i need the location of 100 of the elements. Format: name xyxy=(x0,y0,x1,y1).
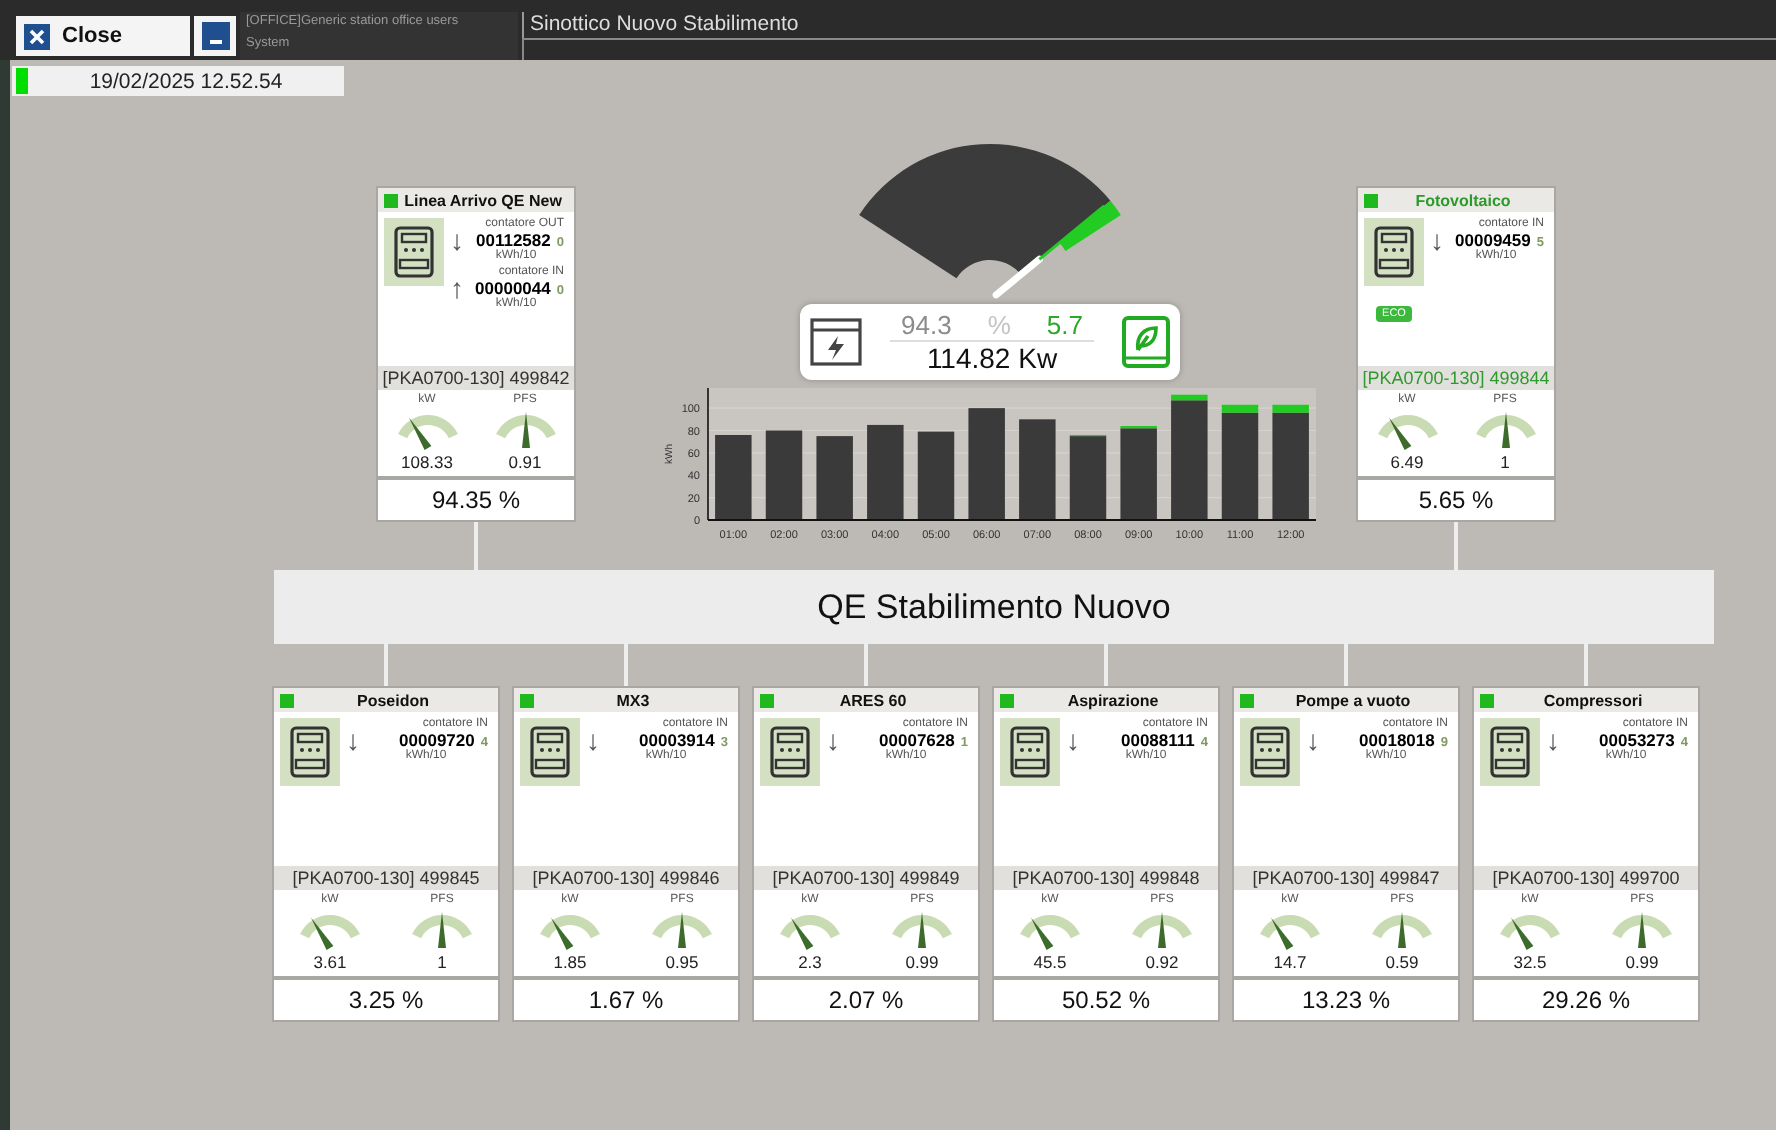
meter-icon xyxy=(384,218,444,286)
gauge-needle xyxy=(918,912,926,948)
gauge-scale xyxy=(1132,915,1192,939)
device-code: [PKA0700-130] 499846 xyxy=(514,866,738,890)
arrow-icon: ↓ xyxy=(1546,726,1560,754)
gauge-scale xyxy=(300,915,360,939)
gauge-value: 108.33 xyxy=(401,452,453,472)
minimize-icon xyxy=(201,22,229,50)
percent-value: 94.35 % xyxy=(378,480,574,520)
datetime-field: 19/02/2025 12.52.54 xyxy=(12,66,344,96)
gauge-scale xyxy=(892,915,952,939)
gauge-needle xyxy=(407,417,431,451)
gauge-value: 0.59 xyxy=(1385,952,1419,972)
device-code: [PKA0700-130] 499845 xyxy=(274,866,498,890)
total-power: 114.82 Kw xyxy=(926,342,1058,374)
card-title: ARES 60 xyxy=(837,691,909,709)
gauge-scale xyxy=(1500,915,1560,939)
gauge-scale xyxy=(397,415,457,439)
chart-bar xyxy=(917,431,955,520)
gauge-needle xyxy=(1510,917,1534,951)
percent-value: 3.25 % xyxy=(274,980,498,1020)
chart-bar xyxy=(715,435,752,520)
solar-sector xyxy=(1059,200,1121,251)
window-lightning-icon xyxy=(806,312,866,372)
percent-value: 29.26 % xyxy=(1474,980,1698,1020)
gauge-needle xyxy=(438,912,446,948)
close-icon xyxy=(24,23,50,49)
meter-icon xyxy=(1000,718,1060,786)
chart-bar xyxy=(867,424,904,520)
arrow-icon: ↓ xyxy=(346,726,360,754)
gauge-needle xyxy=(1030,917,1054,951)
card-title: Pompe a vuoto xyxy=(1293,691,1413,709)
gauge-scale xyxy=(412,915,472,939)
percent-value: 50.52 % xyxy=(994,980,1218,1020)
meter-icon xyxy=(1240,718,1300,786)
gauge-value: 32.5 xyxy=(1513,952,1547,972)
gauge-needle xyxy=(550,917,574,951)
arrow-icon: ↓ xyxy=(1066,726,1080,754)
meter-icon xyxy=(280,718,340,786)
gauge-scale xyxy=(1260,915,1320,939)
gauge-scale xyxy=(1020,915,1080,939)
gauge-value: 1 xyxy=(1500,452,1510,472)
gauge-value: 45.5 xyxy=(1033,952,1067,972)
chart-bar xyxy=(1019,419,1056,520)
gauge-needle xyxy=(1638,912,1646,948)
chart-bar xyxy=(816,436,853,520)
device-code: [PKA0700-130] 499849 xyxy=(754,866,978,890)
minimize-button[interactable] xyxy=(194,16,236,56)
card-title: Linea Arrivo QE New xyxy=(402,191,564,209)
percent-value: 1.67 % xyxy=(514,980,738,1020)
meter-icon xyxy=(1364,218,1424,286)
grid-percent: 94.3 xyxy=(901,310,952,340)
device-code: [PKA0700-130] 499847 xyxy=(1234,866,1458,890)
solar-percent: 5.7 xyxy=(1046,310,1083,340)
meter-icon xyxy=(520,718,580,786)
gauge-value: 14.7 xyxy=(1273,952,1307,972)
arrow-icon: ↓ xyxy=(586,726,600,754)
gauge-value: 0.99 xyxy=(905,952,939,972)
gauge-scale xyxy=(1475,415,1535,439)
gauge-scale xyxy=(652,915,712,939)
busbar-panel: QE Stabilimento Nuovo xyxy=(274,570,1714,644)
gauge-needle xyxy=(521,412,529,448)
gauge-scale xyxy=(1377,415,1437,439)
gauge-value: 6.49 xyxy=(1390,452,1424,472)
gauge-needle xyxy=(992,204,1106,299)
device-code: [PKA0700-130] 499842 xyxy=(378,366,574,390)
gauge-needle xyxy=(790,917,814,951)
gauge-scale xyxy=(780,915,840,939)
gauge-needle xyxy=(678,912,686,948)
gauge-needle xyxy=(1501,412,1509,448)
gauge-value: 2.3 xyxy=(798,952,822,972)
arrow-icon: ↓ xyxy=(450,226,464,254)
percent-value: 13.23 % xyxy=(1234,980,1458,1020)
device-code: [PKA0700-130] 499848 xyxy=(994,866,1218,890)
device-code: [PKA0700-130] 499844 xyxy=(1358,366,1554,390)
gauge-needle xyxy=(310,917,334,951)
close-button[interactable]: Close xyxy=(16,16,190,56)
percent-sign: % xyxy=(987,310,1011,340)
arrow-icon: ↓ xyxy=(1306,726,1320,754)
arrow-icon: ↓ xyxy=(826,726,840,754)
meter-icon xyxy=(1480,718,1540,786)
window-title: Sinottico Nuovo Stabilimento xyxy=(522,12,1776,38)
gauge-value: 3.61 xyxy=(313,952,347,972)
card-title: Aspirazione xyxy=(1065,691,1161,709)
chart-bar xyxy=(765,430,803,520)
card-title: MX3 xyxy=(614,691,652,709)
card-title: Poseidon xyxy=(354,691,431,709)
percent-value: 2.07 % xyxy=(754,980,978,1020)
gauge-scale xyxy=(1372,915,1432,939)
card-title: Compressori xyxy=(1541,691,1645,709)
gauge-scale xyxy=(540,915,600,939)
percent-value: 5.65 % xyxy=(1358,480,1554,520)
gauge-needle xyxy=(1398,912,1406,948)
gauge-scale xyxy=(1612,915,1672,939)
gauge-needle xyxy=(1387,417,1411,451)
leaf-icon xyxy=(1118,312,1174,372)
gauge-needle xyxy=(1158,912,1166,948)
gauge-scale xyxy=(495,415,555,439)
arrow-icon: ↓ xyxy=(1430,226,1444,254)
gauge-value: 1.85 xyxy=(553,952,587,972)
